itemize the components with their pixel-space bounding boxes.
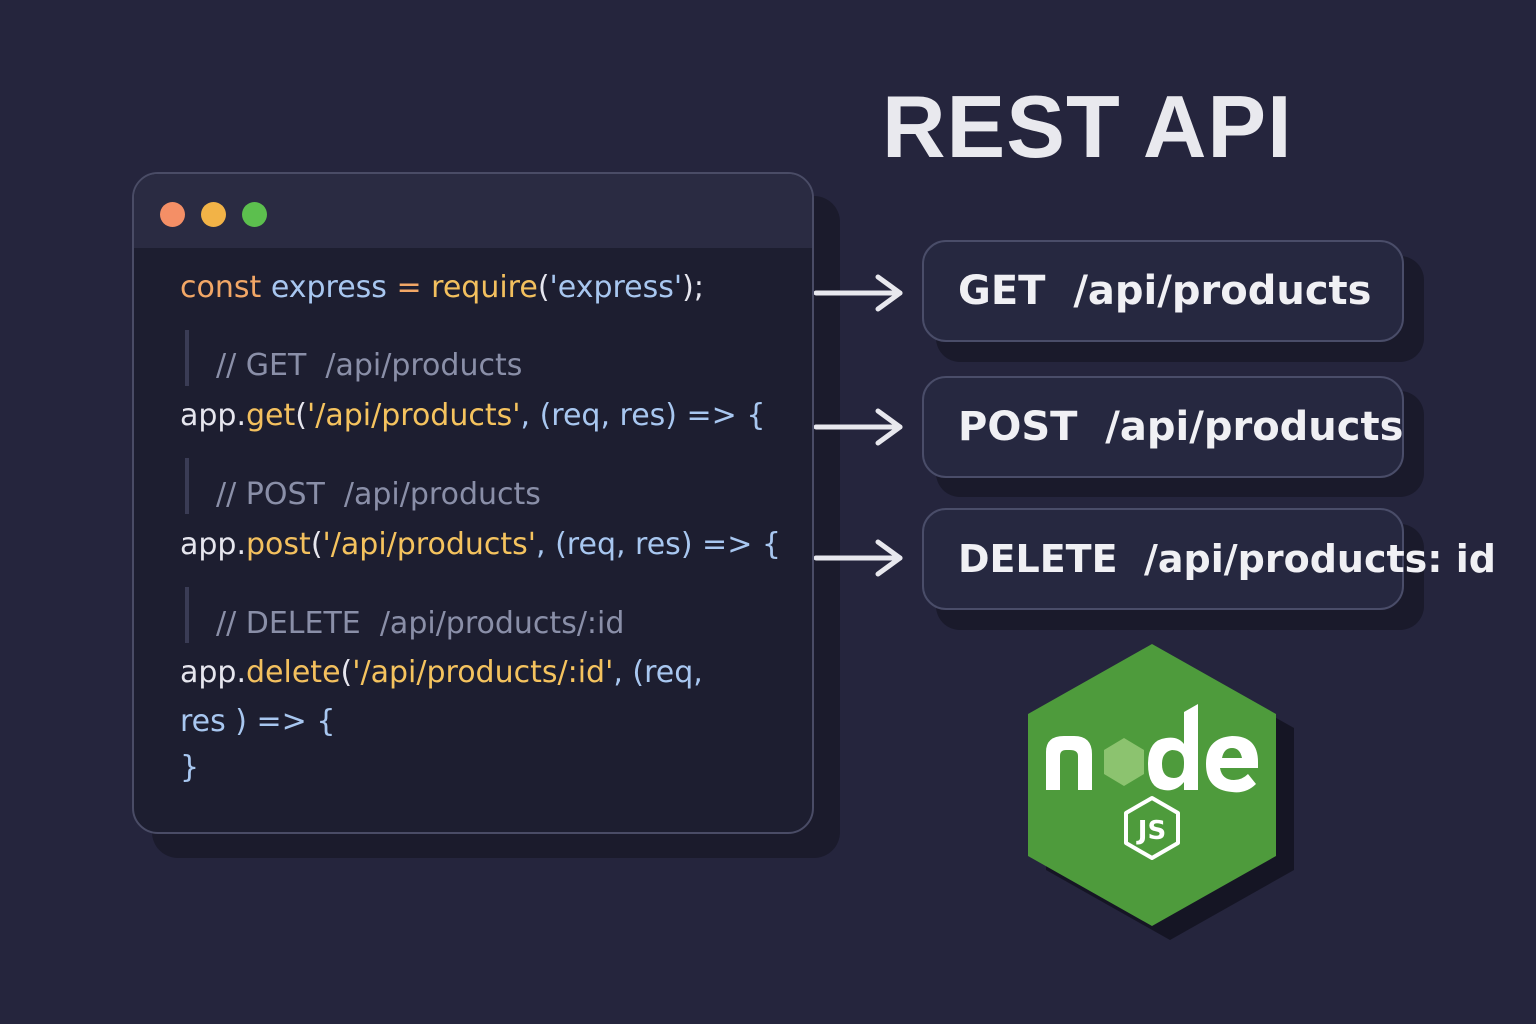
- code-params: , (req,: [613, 655, 703, 690]
- route-box-get: GET /api/products: [922, 240, 1404, 342]
- route-path: /api/products: id: [1144, 537, 1496, 581]
- route-label: GET /api/products: [958, 242, 1371, 340]
- code-punctuation: (: [310, 527, 323, 562]
- arrow-right-icon: [814, 539, 903, 577]
- route-path: /api/products: [1073, 268, 1372, 314]
- code-line-get: app.get('/api/products', (req, res) => {: [180, 396, 765, 436]
- code-object: app.: [180, 398, 247, 433]
- code-punctuation: );: [682, 270, 704, 305]
- code-string: '/api/products/:id': [352, 655, 614, 690]
- arrow-right-icon: [814, 408, 903, 446]
- code-line-require: const express = require('express');: [180, 268, 704, 308]
- code-comment-delete: // DELETE /api/products/:id: [216, 606, 625, 641]
- minimize-dot-icon: [201, 202, 226, 227]
- maximize-dot-icon: [242, 202, 267, 227]
- code-string: '/api/products': [322, 527, 537, 562]
- nodejs-logo-icon: JS: [1028, 644, 1294, 940]
- route-method: GET: [958, 268, 1046, 314]
- code-string: 'express': [549, 270, 683, 305]
- code-closing-brace: }: [180, 750, 200, 785]
- code-line-delete-cont: res ) => {: [180, 704, 336, 739]
- code-method: post: [246, 527, 311, 562]
- close-dot-icon: [160, 202, 185, 227]
- code-punctuation: (: [340, 655, 353, 690]
- code-function: require: [431, 270, 538, 305]
- code-keyword: const: [180, 270, 262, 305]
- code-comment-post: // POST /api/products: [216, 477, 541, 512]
- route-label: POST /api/products: [958, 378, 1403, 476]
- code-identifier: express: [270, 270, 387, 305]
- code-punctuation: (: [295, 398, 307, 433]
- code-operator: =: [386, 270, 432, 305]
- route-box-post: POST /api/products: [922, 376, 1404, 478]
- window-titlebar: [134, 174, 812, 248]
- code-comment-get: // GET /api/products: [216, 348, 523, 383]
- code-method: get: [246, 398, 296, 433]
- code-line-delete: app.delete('/api/products/:id', (req,: [180, 653, 703, 693]
- route-label: DELETE /api/products: id: [958, 510, 1496, 608]
- code-window: const express = require('express'); // G…: [132, 172, 814, 834]
- code-punctuation: (: [537, 270, 550, 305]
- route-box-delete: DELETE /api/products: id: [922, 508, 1496, 610]
- code-params: , (req, res) => {: [520, 398, 766, 433]
- arrow-right-icon: [814, 274, 903, 312]
- code-line-post: app.post('/api/products', (req, res) => …: [180, 525, 781, 565]
- route-path: /api/products: [1105, 404, 1404, 450]
- code-object: app.: [180, 527, 247, 562]
- code-string: '/api/products': [307, 398, 521, 433]
- code-block: const express = require('express'); // G…: [180, 264, 781, 832]
- code-method: delete: [246, 655, 341, 690]
- route-method: DELETE: [958, 537, 1118, 581]
- logo-js-text: JS: [1136, 816, 1166, 846]
- code-params: , (req, res) => {: [536, 527, 781, 562]
- page-title: REST API: [882, 77, 1293, 176]
- route-method: POST: [958, 404, 1078, 450]
- code-object: app.: [180, 655, 247, 690]
